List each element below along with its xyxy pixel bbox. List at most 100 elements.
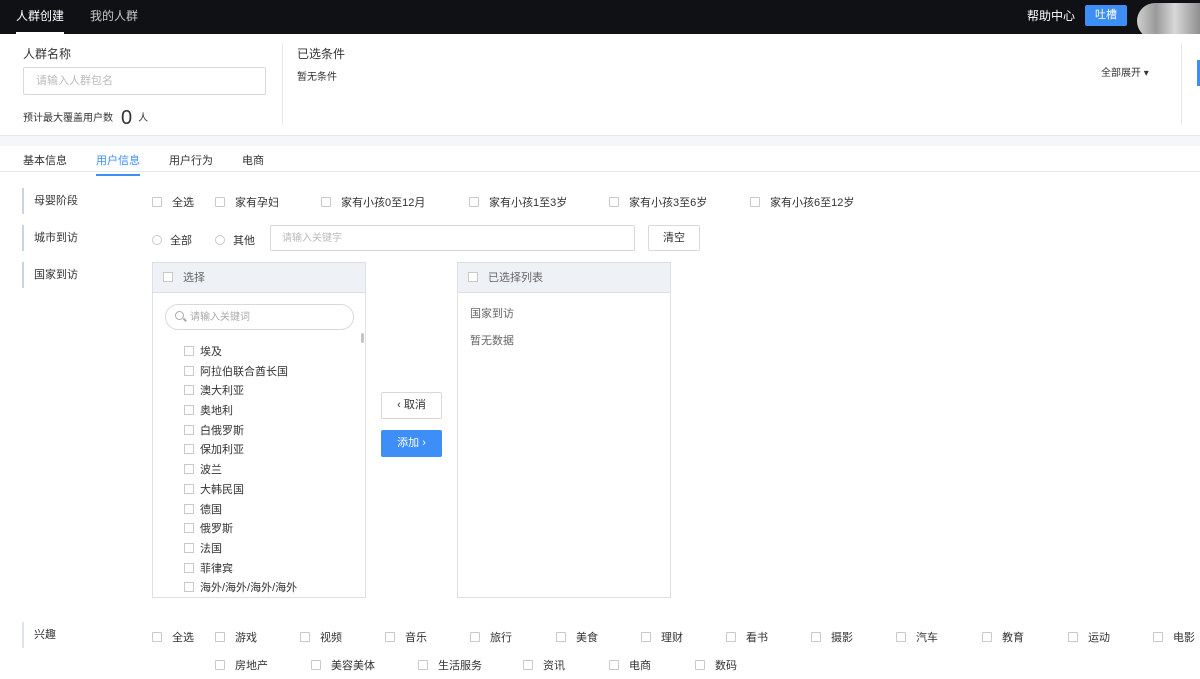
interest-option[interactable]: 音乐 (385, 629, 427, 645)
country-item[interactable]: 大韩民国 (184, 481, 354, 501)
section-separator (0, 136, 1200, 146)
interest-option[interactable]: 教育 (982, 629, 1024, 645)
interest-option[interactable]: 汽车 (896, 629, 938, 645)
country-item[interactable]: 法国 (184, 540, 354, 560)
interest-option[interactable]: 房地产 (215, 657, 268, 673)
checkbox-icon[interactable] (184, 385, 194, 396)
checkbox-icon[interactable] (695, 660, 705, 670)
checkbox-icon[interactable] (1068, 632, 1078, 642)
radio-icon[interactable] (152, 235, 162, 245)
tab-ecommerce[interactable]: 电商 (242, 152, 264, 174)
checkbox-icon[interactable] (385, 632, 395, 642)
checkbox-icon[interactable] (609, 660, 619, 670)
checkbox-icon[interactable] (726, 632, 736, 642)
checkbox-icon[interactable] (184, 562, 194, 573)
scrollbar-thumb[interactable] (361, 333, 364, 343)
checkbox-icon[interactable] (184, 523, 194, 534)
interest-option[interactable]: 全选 (152, 629, 194, 645)
country-item[interactable]: 保加利亚 (184, 441, 354, 461)
country-item[interactable]: 埃及 (184, 343, 354, 363)
country-item[interactable]: 奥地利 (184, 402, 354, 422)
mother-option[interactable]: 家有小孩1至3岁 (469, 194, 567, 210)
cancel-button[interactable]: ‹ 取消 (381, 392, 442, 419)
interest-option[interactable]: 美食 (556, 629, 598, 645)
checkbox-icon[interactable] (609, 197, 619, 207)
interest-option[interactable]: 运动 (1068, 629, 1110, 645)
checkbox-icon[interactable] (750, 197, 760, 207)
interest-option[interactable]: 视频 (300, 629, 342, 645)
interest-option[interactable]: 生活服务 (418, 657, 482, 673)
checkbox-icon[interactable] (152, 197, 162, 207)
checkbox-icon[interactable] (896, 632, 906, 642)
checkbox-icon[interactable] (184, 483, 194, 494)
checkbox-icon[interactable] (215, 632, 225, 642)
checkbox-icon[interactable] (184, 365, 194, 376)
select-all-checkbox[interactable] (163, 272, 173, 282)
country-item[interactable]: 海外/海外/海外/海外 (184, 579, 354, 595)
checkbox-icon[interactable] (184, 444, 194, 455)
mother-option[interactable]: 家有小孩3至6岁 (609, 194, 707, 210)
country-item[interactable]: 阿拉伯联合酋长国 (184, 363, 354, 383)
tab-my-crowd[interactable]: 我的人群 (90, 0, 138, 34)
country-item[interactable]: 波兰 (184, 461, 354, 481)
checkbox-icon[interactable] (184, 582, 194, 593)
checkbox-icon[interactable] (184, 503, 194, 514)
interest-option[interactable]: 看书 (726, 629, 768, 645)
checkbox-icon[interactable] (184, 405, 194, 416)
clear-button[interactable]: 清空 (648, 225, 700, 251)
interest-option[interactable]: 摄影 (811, 629, 853, 645)
interest-option[interactable]: 资讯 (523, 657, 565, 673)
checkbox-icon[interactable] (556, 632, 566, 642)
interest-option[interactable]: 游戏 (215, 629, 257, 645)
checkbox-icon[interactable] (811, 632, 821, 642)
checkbox-icon[interactable] (311, 660, 321, 670)
tab-basic-info[interactable]: 基本信息 (23, 152, 67, 174)
checkbox-icon[interactable] (184, 542, 194, 553)
mother-option[interactable]: 家有小孩6至12岁 (750, 194, 854, 210)
country-item[interactable]: 白俄罗斯 (184, 422, 354, 442)
checkbox-icon[interactable] (982, 632, 992, 642)
checkbox-icon[interactable] (641, 632, 651, 642)
tab-user-behavior[interactable]: 用户行为 (169, 152, 213, 174)
checkbox-icon[interactable] (300, 632, 310, 642)
interest-option[interactable]: 数码 (695, 657, 737, 673)
radio-icon[interactable] (215, 235, 225, 245)
country-name: 大韩民国 (200, 483, 244, 496)
interest-option[interactable]: 电影 (1153, 629, 1195, 645)
city-radio-all[interactable]: 全部 (152, 232, 192, 248)
tab-user-info[interactable]: 用户信息 (96, 152, 140, 176)
checkbox-icon[interactable] (523, 660, 533, 670)
checkbox-icon[interactable] (184, 464, 194, 475)
interest-option[interactable]: 旅行 (470, 629, 512, 645)
checkbox-icon[interactable] (215, 660, 225, 670)
crowd-name-input[interactable] (23, 67, 266, 95)
select-all-checkbox[interactable] (468, 272, 478, 282)
country-item[interactable]: 德国 (184, 501, 354, 521)
help-center-link[interactable]: 帮助中心 (1027, 0, 1075, 32)
tab-crowd-create[interactable]: 人群创建 (16, 0, 65, 34)
interest-option[interactable]: 电商 (609, 657, 651, 673)
mother-option[interactable]: 家有孕妇 (215, 194, 279, 210)
city-keyword-input[interactable] (270, 225, 635, 251)
country-item[interactable]: 俄罗斯 (184, 520, 354, 540)
mother-option[interactable]: 家有小孩0至12月 (321, 194, 425, 210)
expand-all-button[interactable]: 全部展开 ▾ (1101, 64, 1149, 79)
checkbox-icon[interactable] (152, 632, 162, 642)
checkbox-icon[interactable] (470, 632, 480, 642)
country-item[interactable]: 澳大利亚 (184, 382, 354, 402)
city-radio-other[interactable]: 其他 (215, 232, 255, 248)
add-button[interactable]: 添加 › (381, 430, 442, 457)
checkbox-icon[interactable] (469, 197, 479, 207)
interest-option[interactable]: 美容美体 (311, 657, 375, 673)
checkbox-icon[interactable] (184, 346, 194, 356)
feedback-button[interactable]: 吐槽 (1085, 5, 1127, 26)
checkbox-icon[interactable] (321, 197, 331, 207)
checkbox-icon[interactable] (215, 197, 225, 207)
country-search-input[interactable] (190, 309, 350, 326)
checkbox-icon[interactable] (184, 424, 194, 435)
checkbox-icon[interactable] (418, 660, 428, 670)
country-item[interactable]: 菲律宾 (184, 560, 354, 580)
mother-option[interactable]: 全选 (152, 194, 194, 210)
interest-option[interactable]: 理财 (641, 629, 683, 645)
checkbox-icon[interactable] (1153, 632, 1163, 642)
